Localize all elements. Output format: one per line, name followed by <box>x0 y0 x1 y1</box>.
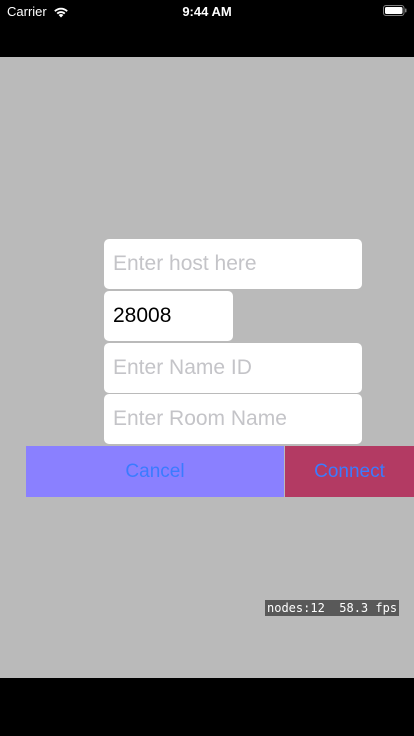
cancel-button-label: Cancel <box>125 460 185 482</box>
bottom-bar <box>0 678 414 736</box>
connection-panel: Cancel Connect <box>0 57 414 678</box>
connect-button-label: Connect <box>314 460 385 482</box>
connect-button[interactable]: Connect <box>285 446 414 497</box>
port-input[interactable] <box>104 291 233 341</box>
cancel-button[interactable]: Cancel <box>26 446 284 497</box>
name-id-input[interactable] <box>104 343 362 393</box>
status-bar: Carrier 9:44 AM <box>0 0 414 22</box>
host-input[interactable] <box>104 239 362 289</box>
room-name-input[interactable] <box>104 394 362 444</box>
battery-icon <box>383 5 407 16</box>
app-screen: Carrier 9:44 AM Cancel Connect nodes:12 … <box>0 0 414 736</box>
status-time: 9:44 AM <box>182 4 232 19</box>
debug-stats-overlay: nodes:12 58.3 fps <box>265 600 400 616</box>
